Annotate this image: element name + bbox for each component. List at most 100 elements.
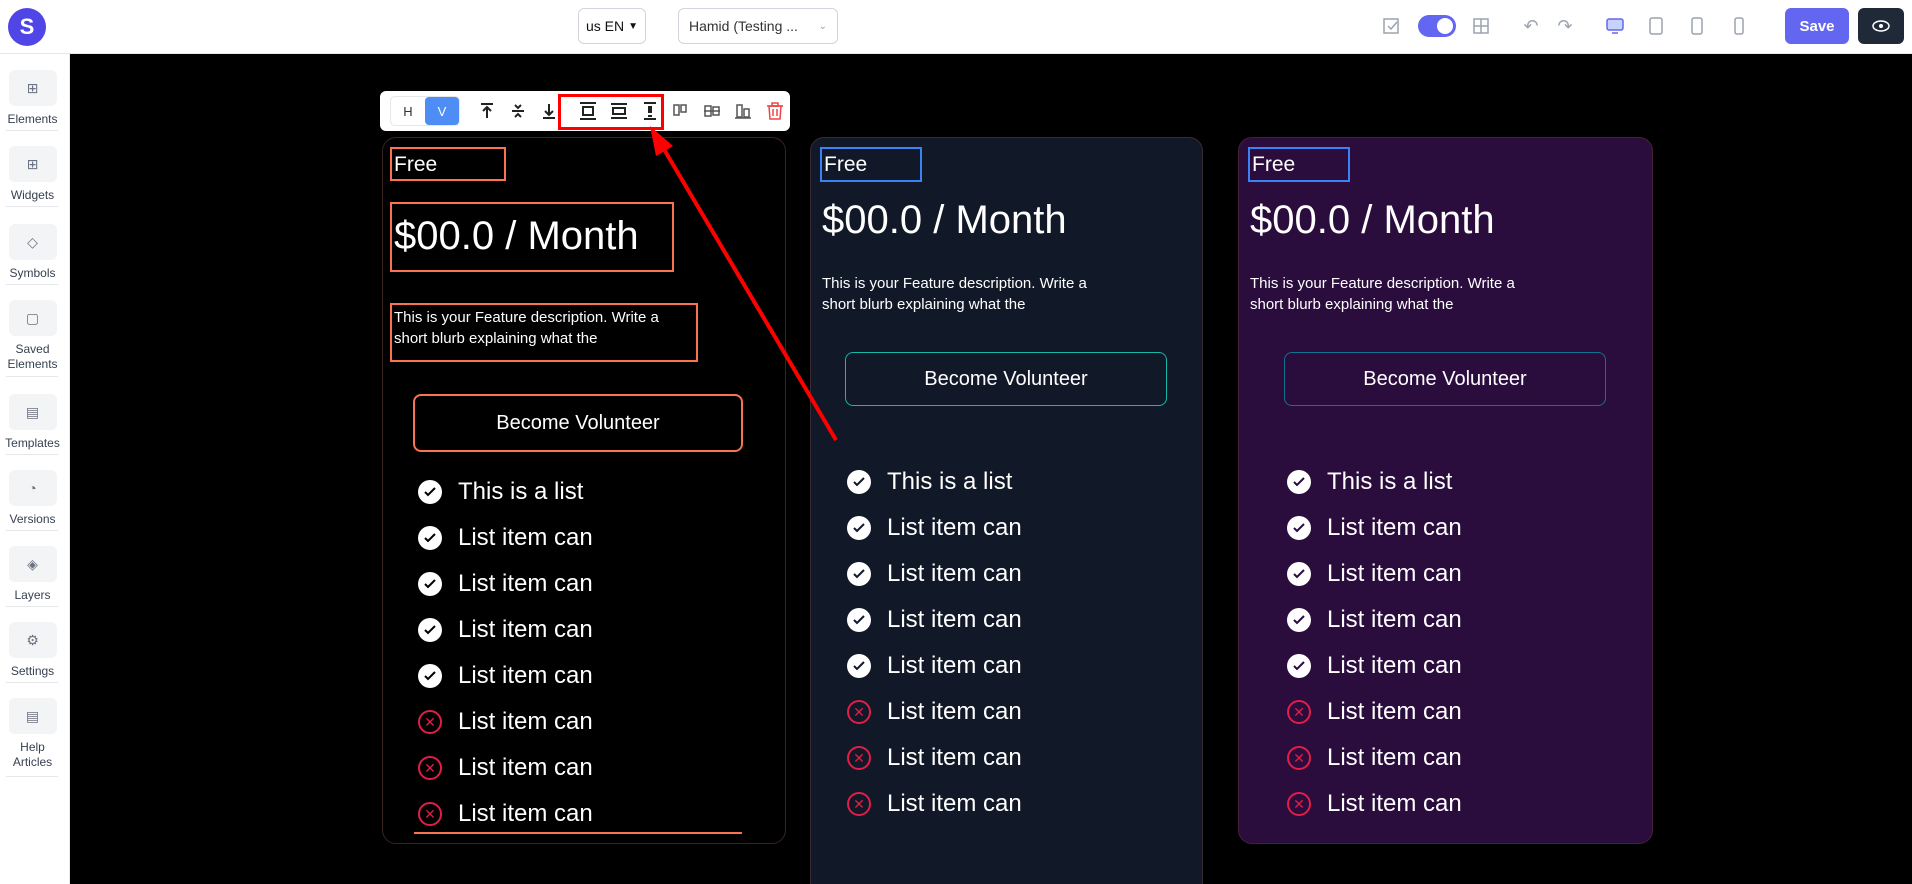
undo-icon[interactable]: ↶ — [1519, 14, 1543, 38]
list-item-text: List item can — [1327, 698, 1462, 725]
sidebar-item-symbols[interactable]: ◇ Symbols — [0, 224, 65, 281]
check-icon — [847, 654, 871, 678]
price-heading[interactable]: $00.0 / Month — [822, 198, 1067, 243]
x-circle-icon: ✕ — [1287, 792, 1311, 816]
list-item: ✕ List item can — [847, 698, 1022, 726]
feature-description[interactable]: This is your Feature description. Write … — [822, 273, 1122, 315]
saved-icon: ▢ — [8, 300, 57, 336]
list-item-text: List item can — [887, 744, 1022, 771]
check-icon — [1287, 608, 1311, 632]
list-item: ✕ List item can — [418, 708, 593, 736]
check-icon — [1287, 516, 1311, 540]
tablet-icon[interactable] — [1644, 14, 1668, 38]
account-select[interactable]: Hamid (Testing ... ⌄ — [678, 8, 838, 44]
desktop-icon[interactable] — [1603, 14, 1627, 38]
sidebar-item-saved-elements[interactable]: ▢ Saved Elements — [0, 300, 65, 372]
sidebar-label: Settings — [10, 664, 55, 678]
list-item: ✕ List item can — [847, 744, 1022, 772]
price-heading[interactable]: $00.0 / Month — [390, 202, 674, 272]
sidebar-label: Templates — [5, 436, 60, 450]
price-heading[interactable]: $00.0 / Month — [1250, 198, 1495, 243]
redo-icon[interactable]: ↷ — [1553, 14, 1577, 38]
sidebar-item-widgets[interactable]: ⊞ Widgets — [0, 146, 65, 203]
sidebar-label: Help Articles — [12, 740, 53, 769]
sidebar-item-help-articles[interactable]: ▤ Help Articles — [0, 698, 65, 770]
list-item: ✕ List item can — [847, 790, 1022, 818]
align-center-columns-icon[interactable] — [697, 95, 728, 127]
tier-label[interactable]: Free — [820, 147, 922, 182]
sidebar-divider — [6, 530, 58, 531]
list-item: List item can — [418, 616, 593, 644]
align-left-columns-icon[interactable] — [666, 95, 697, 127]
tier-label[interactable]: Free — [390, 147, 506, 181]
list-item-text: List item can — [887, 790, 1022, 817]
help-icon: ▤ — [8, 698, 57, 734]
annotation-highlight-box — [558, 94, 664, 130]
tier-label[interactable]: Free — [1248, 147, 1350, 182]
become-volunteer-button[interactable]: Become Volunteer — [413, 394, 743, 452]
sidebar-item-layers[interactable]: ◈ Layers — [0, 546, 65, 603]
sidebar-item-versions[interactable]: ◔ Versions — [0, 470, 65, 527]
check-icon — [418, 480, 442, 504]
sidebar-divider — [6, 454, 58, 455]
horizontal-button[interactable]: H — [391, 97, 425, 125]
x-circle-icon: ✕ — [847, 700, 871, 724]
button-label: Become Volunteer — [1363, 367, 1527, 390]
elements-icon: ⊞ — [8, 70, 57, 106]
feature-description[interactable]: This is your Feature description. Write … — [1250, 273, 1550, 315]
list-item-text: List item can — [887, 560, 1022, 587]
list-item: List item can — [847, 606, 1022, 634]
list-item-text: This is a list — [1327, 468, 1453, 495]
list-item: List item can — [847, 652, 1022, 680]
list-item: This is a list — [847, 468, 1012, 496]
list-item-text: List item can — [1327, 790, 1462, 817]
sidebar-item-elements[interactable]: ⊞ Elements — [0, 70, 65, 127]
list-item-text: List item can — [1327, 606, 1462, 633]
vertical-button[interactable]: V — [425, 97, 459, 125]
x-circle-icon: ✕ — [847, 746, 871, 770]
x-circle-icon: ✕ — [418, 802, 442, 826]
mobile-icon[interactable] — [1685, 14, 1709, 38]
checklist-icon[interactable] — [1380, 14, 1404, 38]
list-item-text: List item can — [458, 570, 593, 597]
language-select[interactable]: us EN ▼ — [578, 8, 646, 44]
mobile-narrow-icon[interactable] — [1727, 14, 1751, 38]
check-icon — [1287, 654, 1311, 678]
widgets-icon: ⊞ — [8, 146, 57, 182]
check-icon — [418, 572, 442, 596]
app-logo[interactable]: S — [8, 8, 46, 46]
preview-button[interactable] — [1858, 8, 1904, 44]
trash-icon[interactable] — [759, 95, 790, 127]
save-button[interactable]: Save — [1785, 8, 1849, 44]
list-item: List item can — [1287, 560, 1462, 588]
layers-icon: ◈ — [8, 546, 57, 582]
align-bottom-columns-icon[interactable] — [728, 95, 759, 127]
list-item: List item can — [1287, 652, 1462, 680]
chevron-down-icon: ⌄ — [818, 20, 827, 32]
check-icon — [1287, 562, 1311, 586]
list-item: ✕ List item can — [418, 754, 593, 782]
toggle-switch[interactable] — [1418, 15, 1456, 37]
sidebar-label: Versions — [9, 512, 56, 526]
x-circle-icon: ✕ — [847, 792, 871, 816]
align-top-icon[interactable] — [472, 95, 503, 127]
grid-icon[interactable] — [1469, 14, 1493, 38]
align-middle-icon[interactable] — [503, 95, 534, 127]
list-item: List item can — [418, 662, 593, 690]
list-item: List item can — [847, 560, 1022, 588]
versions-icon: ◔ — [8, 470, 57, 506]
list-item: ✕ List item can — [418, 800, 593, 828]
become-volunteer-button[interactable]: Become Volunteer — [1284, 352, 1606, 406]
list-item-text: List item can — [887, 652, 1022, 679]
sidebar-label: Widgets — [10, 188, 55, 202]
list-item-text: List item can — [1327, 652, 1462, 679]
templates-icon: ▤ — [8, 394, 57, 430]
list-item: List item can — [847, 514, 1022, 542]
feature-description[interactable]: This is your Feature description. Write … — [390, 303, 698, 362]
sidebar-item-settings[interactable]: ⚙ Settings — [0, 622, 65, 679]
sidebar-label: Saved Elements — [7, 342, 58, 371]
sidebar-item-templates[interactable]: ▤ Templates — [0, 394, 65, 451]
sidebar-label: Symbols — [9, 266, 56, 280]
account-label: Hamid (Testing ... — [689, 18, 798, 34]
become-volunteer-button[interactable]: Become Volunteer — [845, 352, 1167, 406]
